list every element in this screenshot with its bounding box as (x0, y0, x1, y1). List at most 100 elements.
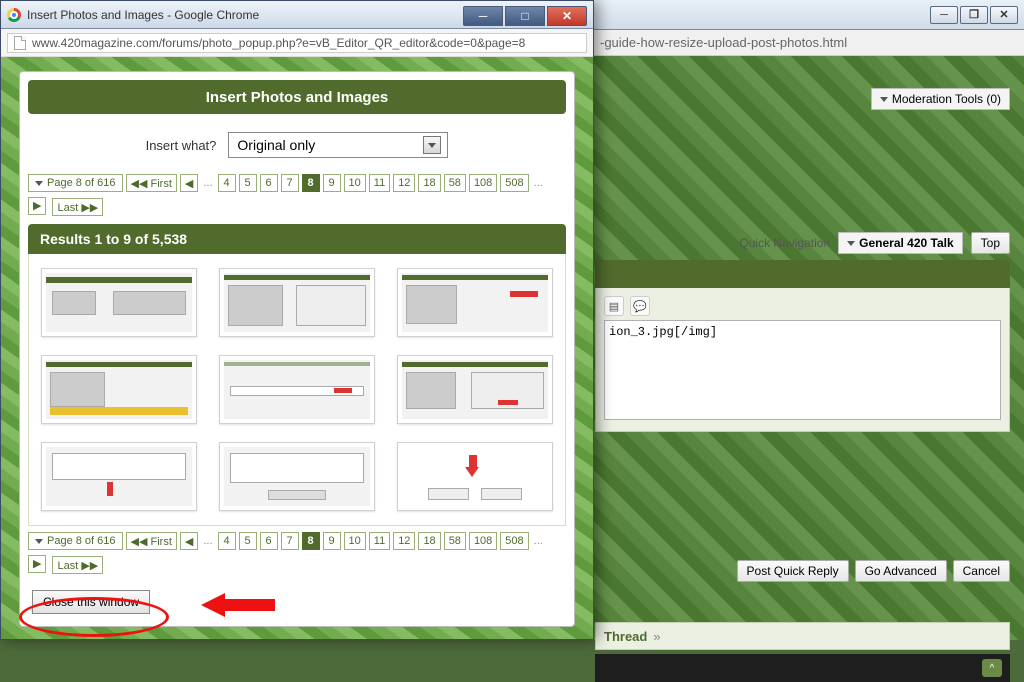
pager-page-508[interactable]: 508 (500, 174, 528, 192)
pager-page-dropdown[interactable]: Page 8 of 616 (28, 174, 123, 192)
post-quick-reply-button[interactable]: Post Quick Reply (737, 560, 849, 582)
go-advanced-button[interactable]: Go Advanced (855, 560, 947, 582)
back-restore-button[interactable]: ❐ (960, 6, 988, 24)
popup-close-button[interactable]: ✕ (547, 6, 587, 26)
photo-thumbnail[interactable] (397, 268, 553, 337)
moderation-tools-dropdown[interactable]: Moderation Tools (0) (871, 88, 1010, 110)
popup-window-title: Insert Photos and Images - Google Chrome (27, 8, 259, 22)
pager-prev-button[interactable]: ◀ (180, 532, 198, 550)
photo-thumbnail[interactable] (397, 355, 553, 424)
moderation-tools-row: Moderation Tools (0) (871, 88, 1010, 110)
quick-navigation-dropdown[interactable]: General 420 Talk (838, 232, 963, 254)
thread-label: Thread (604, 629, 647, 644)
pager-page-5[interactable]: 5 (239, 174, 257, 192)
pager-prev-button[interactable]: ◀ (180, 174, 198, 192)
reply-textarea[interactable] (604, 320, 1001, 420)
back-minimize-button[interactable]: ─ (930, 6, 958, 24)
photo-thumbnail[interactable] (41, 268, 197, 337)
insert-what-label: Insert what? (146, 138, 217, 153)
popup-titlebar: Insert Photos and Images - Google Chrome… (1, 1, 593, 29)
speech-bubble-icon[interactable]: 💬 (630, 296, 650, 316)
photo-thumbnail[interactable] (397, 442, 553, 511)
back-page-content: Moderation Tools (0) Quick Navigation Ge… (595, 56, 1010, 630)
pager-ellipsis: ... (532, 177, 545, 189)
quick-navigation-value: General 420 Talk (859, 236, 954, 250)
footer-dark-bar: ^ (595, 654, 1010, 682)
pager-top: Page 8 of 616◀◀ First◀...456789101112185… (20, 172, 574, 218)
pager-page-6[interactable]: 6 (260, 532, 278, 550)
pager-page-508[interactable]: 508 (500, 532, 528, 550)
popup-browser-window: Insert Photos and Images - Google Chrome… (0, 0, 594, 640)
photo-thumbnail[interactable] (219, 442, 375, 511)
chevron-down-icon (880, 97, 888, 102)
pager-page-7[interactable]: 7 (281, 532, 299, 550)
chevron-down-icon (847, 241, 855, 246)
pager-page-dropdown[interactable]: Page 8 of 616 (28, 532, 123, 550)
pager-ellipsis: ... (201, 177, 214, 189)
film-icon[interactable]: ▤ (604, 296, 624, 316)
quick-navigation-row: Quick Navigation General 420 Talk Top (739, 232, 1010, 254)
pager-page-12[interactable]: 12 (393, 174, 415, 192)
pager-ellipsis: ... (201, 535, 214, 547)
popup-address-row: www.420magazine.com/forums/photo_popup.p… (1, 29, 593, 57)
pager-page-58[interactable]: 58 (444, 174, 466, 192)
raquo-icon: » (653, 629, 660, 644)
chrome-icon (7, 8, 21, 22)
reply-buttons-row: Post Quick Reply Go Advanced Cancel (737, 560, 1010, 582)
pager-page-6[interactable]: 6 (260, 174, 278, 192)
pager-page-5[interactable]: 5 (239, 532, 257, 550)
insert-what-value: Original only (237, 137, 315, 153)
pager-next-button[interactable]: ▶ (28, 197, 46, 215)
pager-first-button[interactable]: ◀◀ First (126, 532, 177, 550)
popup-content-panel: Insert Photos and Images Insert what? Or… (19, 71, 575, 627)
reply-toolbar: ▤ 💬 (604, 296, 1001, 316)
insert-what-row: Insert what? Original only (20, 122, 574, 172)
photo-thumbnail[interactable] (219, 268, 375, 337)
insert-photos-header: Insert Photos and Images (28, 80, 566, 114)
pager-last-button[interactable]: Last ▶▶ (52, 198, 103, 216)
top-button[interactable]: Top (971, 232, 1010, 254)
popup-url: www.420magazine.com/forums/photo_popup.p… (32, 36, 525, 50)
popup-maximize-button[interactable]: □ (505, 6, 545, 26)
pager-page-58[interactable]: 58 (444, 532, 466, 550)
photo-thumbnail[interactable] (41, 442, 197, 511)
insert-what-select[interactable]: Original only (228, 132, 448, 158)
pager-page-8: 8 (302, 532, 320, 550)
annotation-arrow-left-icon (201, 593, 275, 617)
chevron-down-icon (428, 143, 436, 148)
pager-page-12[interactable]: 12 (393, 532, 415, 550)
pager-page-108[interactable]: 108 (469, 174, 497, 192)
pager-bottom: Page 8 of 616◀◀ First◀...456789101112185… (20, 530, 574, 576)
page-icon (14, 36, 26, 50)
pager-page-4[interactable]: 4 (218, 532, 236, 550)
scroll-top-button[interactable]: ^ (982, 659, 1002, 677)
results-header-bar: Results 1 to 9 of 5,538 (28, 224, 566, 254)
popup-address-bar[interactable]: www.420magazine.com/forums/photo_popup.p… (7, 33, 587, 53)
quick-navigation-label: Quick Navigation (739, 236, 830, 250)
pager-page-10[interactable]: 10 (344, 174, 366, 192)
pager-page-11[interactable]: 11 (369, 174, 390, 192)
thread-nav-row[interactable]: Thread » (595, 622, 1010, 650)
photo-thumbnail[interactable] (41, 355, 197, 424)
pager-page-7[interactable]: 7 (281, 174, 299, 192)
pager-page-10[interactable]: 10 (344, 532, 366, 550)
photo-thumbnail[interactable] (219, 355, 375, 424)
pager-page-9[interactable]: 9 (323, 174, 341, 192)
pager-page-108[interactable]: 108 (469, 532, 497, 550)
pager-first-button[interactable]: ◀◀ First (126, 174, 177, 192)
pager-page-18[interactable]: 18 (418, 532, 440, 550)
pager-page-11[interactable]: 11 (369, 532, 390, 550)
pager-page-4[interactable]: 4 (218, 174, 236, 192)
select-arrow-button[interactable] (423, 136, 441, 154)
pager-last-button[interactable]: Last ▶▶ (52, 556, 103, 574)
quick-reply-box: ▤ 💬 (595, 288, 1010, 432)
cancel-button[interactable]: Cancel (953, 560, 1010, 582)
pager-page-8: 8 (302, 174, 320, 192)
pager-page-9[interactable]: 9 (323, 532, 341, 550)
moderation-tools-label: Moderation Tools (0) (892, 92, 1001, 106)
popup-minimize-button[interactable]: ─ (463, 6, 503, 26)
pager-next-button[interactable]: ▶ (28, 555, 46, 573)
back-close-button[interactable]: ✕ (990, 6, 1018, 24)
thumbnail-grid (28, 254, 566, 526)
pager-page-18[interactable]: 18 (418, 174, 440, 192)
